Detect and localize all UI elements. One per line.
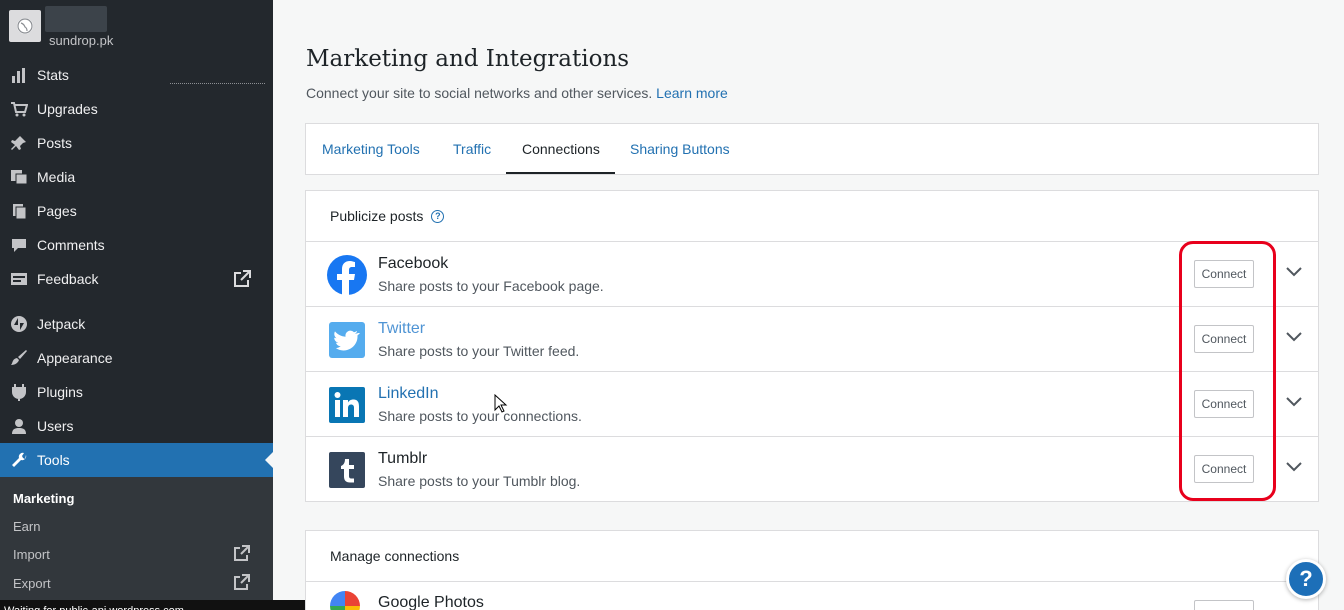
connect-button-google-photos[interactable] [1194,600,1254,610]
sidebar-item-jetpack[interactable]: Jetpack [0,307,273,341]
publicize-card: Publicize posts ? Facebook Share posts t… [305,190,1319,502]
mouse-cursor-icon [494,394,508,413]
tumblr-icon [327,450,367,490]
tab-connections[interactable]: Connections [522,141,600,157]
media-icon [10,168,28,186]
service-row-tumblr: Tumblr Share posts to your Tumblr blog. … [306,437,1318,502]
sidebar-item-label: Upgrades [37,101,98,117]
pin-icon [10,134,28,152]
chevron-down-icon[interactable] [1285,266,1303,278]
sidebar-item-label: Users [37,418,74,434]
card-heading: Publicize posts [330,208,424,224]
sidebar-item-plugins[interactable]: Plugins [0,375,273,409]
service-row-google-photos: Google Photos [306,582,1318,610]
section-tabs: Marketing Tools Traffic Connections Shar… [305,123,1319,175]
submenu-item-import[interactable]: Import [13,547,50,562]
manage-connections-card: Manage connections Google Photos [305,530,1319,610]
chevron-down-icon[interactable] [1285,461,1303,473]
active-tab-indicator [506,172,615,174]
sidebar-item-label: Stats [37,67,69,83]
sidebar-item-label: Tools [37,452,70,468]
sidebar-item-posts[interactable]: Posts [0,126,273,160]
card-heading: Manage connections [330,548,460,564]
sidebar-item-label: Feedback [37,271,99,287]
sidebar-item-feedback[interactable]: Feedback [0,262,273,296]
submenu-item-earn[interactable]: Earn [13,519,40,534]
facebook-icon [327,255,367,295]
tab-marketing-tools[interactable]: Marketing Tools [322,141,420,157]
cart-icon [10,100,28,118]
sidebar-item-label: Pages [37,203,77,219]
sidebar-item-label: Posts [37,135,73,151]
submenu-item-marketing[interactable]: Marketing [13,491,74,506]
page-subtitle: Connect your site to social networks and… [306,85,728,101]
sidebar-item-users[interactable]: Users [0,409,273,443]
site-header[interactable]: sundrop.pk [0,0,273,60]
plugin-icon [10,383,28,401]
tab-traffic[interactable]: Traffic [453,141,491,157]
brush-icon [10,349,28,367]
sidebar-item-appearance[interactable]: Appearance [0,341,273,375]
comment-icon [10,236,28,254]
sidebar-item-label: Media [37,169,76,185]
sidebar-item-label: Appearance [37,350,113,366]
service-name: Google Photos [378,594,484,610]
service-row-linkedin: LinkedIn Share posts to your connections… [306,372,1318,437]
sidebar-item-label: Jetpack [37,316,86,332]
external-link-icon [233,270,251,288]
globe-icon [9,10,41,42]
tab-sharing-buttons[interactable]: Sharing Buttons [630,141,730,157]
twitter-icon [327,320,367,360]
service-row-twitter: Twitter Share posts to your Twitter feed… [306,307,1318,372]
service-description: Share posts to your connections. [378,408,582,424]
connect-buttons-highlight [1179,241,1276,501]
service-name: LinkedIn [378,385,439,402]
card-header: Publicize posts ? [306,191,1318,242]
sidebar-item-label: Comments [37,237,105,253]
linkedin-icon [327,385,367,425]
help-icon[interactable]: ? [431,209,445,223]
page-title: Marketing and Integrations [306,46,630,72]
tools-submenu: Marketing Earn Import Export [0,477,273,610]
sidebar-item-upgrades[interactable]: Upgrades [0,92,273,126]
admin-sidebar: sundrop.pk Stats Upgrades Posts Media Pa… [0,0,273,610]
google-photos-icon [330,591,360,610]
sidebar-item-media[interactable]: Media [0,160,273,194]
stats-icon [10,66,28,84]
submenu-item-export[interactable]: Export [13,576,51,591]
feedback-icon [10,270,28,288]
sidebar-item-stats[interactable]: Stats [0,58,273,92]
service-description: Share posts to your Tumblr blog. [378,473,581,489]
service-name: Facebook [378,255,449,272]
external-link-icon [233,545,250,562]
site-url: sundrop.pk [49,33,114,48]
card-header: Manage connections [306,531,1318,582]
user-icon [10,417,28,435]
sidebar-item-comments[interactable]: Comments [0,228,273,262]
wrench-icon [10,451,28,469]
chevron-down-icon[interactable] [1285,396,1303,408]
chevron-down-icon[interactable] [1285,331,1303,343]
site-title-redacted [45,6,107,32]
sidebar-item-pages[interactable]: Pages [0,194,273,228]
sidebar-item-label: Plugins [37,384,83,400]
pages-icon [10,202,28,220]
service-description: Share posts to your Facebook page. [378,278,604,294]
service-description: Share posts to your Twitter feed. [378,343,580,359]
jetpack-icon [10,315,28,333]
service-name: Twitter [378,320,426,337]
service-name: Tumblr [378,450,428,467]
help-button[interactable]: ? [1286,559,1326,599]
external-link-icon [233,574,250,591]
learn-more-link[interactable]: Learn more [656,85,728,101]
service-row-facebook: Facebook Share posts to your Facebook pa… [306,242,1318,307]
subtitle-text: Connect your site to social networks and… [306,85,653,101]
sidebar-item-tools[interactable]: Tools [0,443,273,477]
